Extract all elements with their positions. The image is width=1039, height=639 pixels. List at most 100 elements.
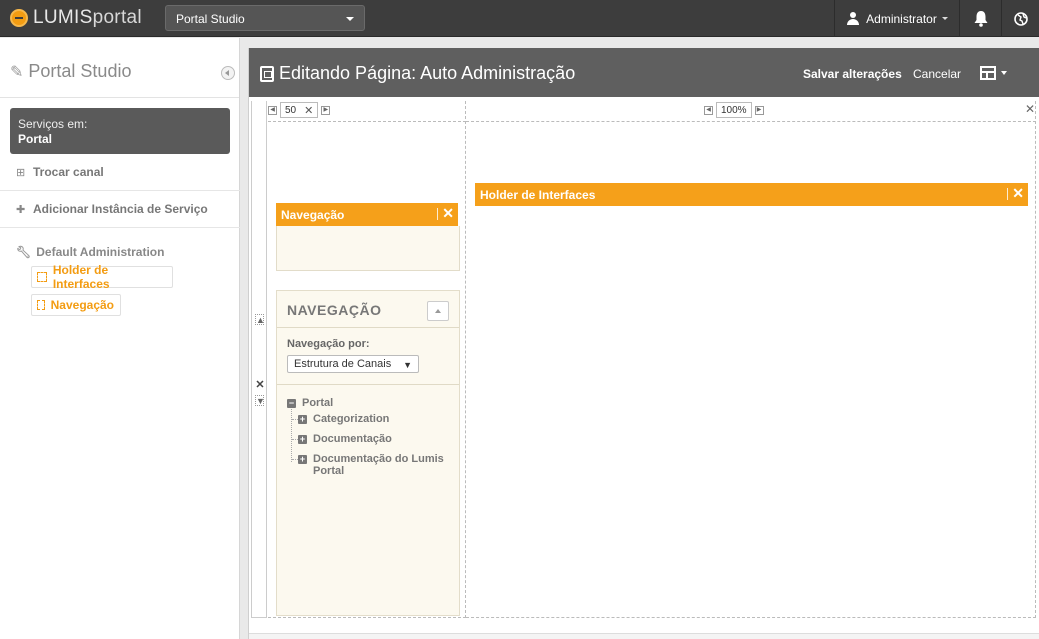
close-icon[interactable]: ✕ bbox=[1012, 185, 1024, 202]
column-1-size-value: 50 bbox=[285, 104, 297, 116]
sidebar-header: ✎ Portal Studio bbox=[0, 38, 239, 98]
notifications-button[interactable] bbox=[959, 0, 1001, 37]
chevron-down-icon bbox=[1001, 71, 1007, 75]
chevron-down-icon: ▼ bbox=[403, 360, 412, 370]
page-editor: Editando Página: Auto Administração Salv… bbox=[248, 48, 1039, 639]
tree-node-label: Documentação bbox=[313, 433, 392, 445]
close-icon[interactable]: ✕ bbox=[304, 104, 313, 117]
bar-separator bbox=[1007, 188, 1008, 200]
navegacao-panel-title: NAVEGAÇÃO bbox=[287, 302, 382, 318]
wrench-icon: 🔧︎ bbox=[16, 245, 32, 259]
trocar-canal-button[interactable]: ⊞ Trocar canal bbox=[0, 154, 240, 191]
adicionar-instancia-label: Adicionar Instância de Serviço bbox=[33, 202, 208, 216]
decrease-width-icon[interactable]: ◀ bbox=[268, 105, 277, 115]
sidebar-item-holder-de-interfaces[interactable]: Holder de Interfaces bbox=[31, 263, 173, 291]
column-2-size-control: ◀ 100% ▶ bbox=[704, 102, 764, 118]
navegacao-por-select[interactable]: Estrutura de Canais ▼ bbox=[287, 355, 419, 373]
top-bar: LUMISportal Portal Studio Administrator bbox=[0, 0, 1039, 37]
tree-node-portal[interactable]: − Portal bbox=[287, 397, 333, 409]
tree-node-label: Portal bbox=[302, 397, 334, 409]
language-button[interactable] bbox=[1001, 0, 1039, 37]
studio-select[interactable]: Portal Studio bbox=[165, 5, 365, 31]
top-right-menu: Administrator bbox=[834, 0, 1039, 37]
chevron-down-icon bbox=[346, 17, 354, 21]
tree-node-label: Categorization bbox=[313, 413, 390, 425]
sidebar-item-navegacao[interactable]: Navegação bbox=[31, 294, 121, 316]
chevron-down-icon bbox=[941, 17, 948, 20]
bar-separator bbox=[437, 208, 438, 220]
collapse-panel-button[interactable] bbox=[427, 301, 449, 321]
dashed-square-icon bbox=[37, 300, 45, 310]
holder-de-interfaces-bar[interactable]: Holder de Interfaces ✕ bbox=[475, 183, 1028, 206]
user-icon bbox=[846, 11, 860, 26]
tree-root-default-administration[interactable]: 🔧︎ Default Administration bbox=[16, 245, 164, 259]
save-button[interactable]: Salvar alterações bbox=[803, 67, 902, 81]
expand-icon[interactable]: + bbox=[298, 415, 307, 424]
bell-icon bbox=[974, 11, 987, 27]
close-icon[interactable]: ✕ bbox=[255, 380, 265, 391]
tree-node-categorization[interactable]: + Categorization bbox=[298, 413, 389, 425]
column-2-size-input[interactable]: 100% bbox=[716, 102, 752, 118]
services-value: Portal bbox=[18, 132, 53, 146]
trocar-canal-label: Trocar canal bbox=[33, 165, 104, 179]
sidebar: ✎ Portal Studio Serviços em: Portal ⊞ Tr… bbox=[0, 38, 240, 639]
navegacao-panel-header: NAVEGAÇÃO bbox=[277, 291, 459, 328]
column-2-size-value: 100% bbox=[721, 104, 747, 116]
lumis-logo[interactable]: LUMISportal bbox=[10, 7, 142, 29]
navegacao-interface-bar[interactable]: Navegação ✕ bbox=[276, 203, 458, 226]
move-down-icon[interactable]: ▼ bbox=[255, 395, 265, 406]
tree-node-label: Documentação do Lumis Portal bbox=[313, 453, 444, 477]
expand-icon[interactable]: + bbox=[298, 435, 307, 444]
navegacao-panel: NAVEGAÇÃO Navegação por: Estrutura de Ca… bbox=[276, 290, 460, 616]
studio-select-value: Portal Studio bbox=[176, 12, 245, 26]
add-service-icon: ✚ bbox=[16, 203, 26, 216]
sidebar-title-text: Portal Studio bbox=[28, 61, 132, 81]
tree-root-label: Default Administration bbox=[36, 245, 165, 259]
user-menu[interactable]: Administrator bbox=[834, 0, 959, 37]
cancel-button[interactable]: Cancelar bbox=[913, 67, 961, 81]
column-1-divider bbox=[268, 121, 466, 122]
column-1-size-input[interactable]: 50 ✕ bbox=[280, 102, 319, 118]
close-icon[interactable]: ✕ bbox=[1025, 102, 1035, 116]
increase-width-icon[interactable]: ▶ bbox=[754, 105, 764, 115]
collapse-sidebar-button[interactable] bbox=[221, 66, 235, 80]
layout-menu-button[interactable] bbox=[980, 66, 1007, 80]
navegacao-filter-label: Navegação por: bbox=[287, 338, 370, 350]
increase-width-icon[interactable]: ▶ bbox=[321, 105, 331, 115]
sidebar-item-label: Holder de Interfaces bbox=[52, 263, 110, 291]
dashed-square-icon bbox=[37, 272, 47, 282]
sidebar-item-label: Navegação bbox=[50, 298, 114, 312]
navegacao-bar-body bbox=[276, 226, 460, 271]
decrease-width-icon[interactable]: ◀ bbox=[704, 105, 713, 115]
editor-title-text: Editando Página: Auto Administração bbox=[279, 63, 576, 83]
editor-header: Editando Página: Auto Administração Salv… bbox=[249, 48, 1039, 97]
tree-line bbox=[291, 406, 292, 462]
pencil-icon: ✎ bbox=[10, 63, 24, 81]
tree-node-documentacao-do-lumis-portal[interactable]: + Documentação do Lumis Portal bbox=[298, 453, 453, 477]
navegacao-bar-label: Navegação bbox=[281, 207, 345, 222]
logo-text-lumis: LUMIS bbox=[33, 7, 93, 28]
move-up-icon[interactable]: ▲ bbox=[255, 314, 265, 325]
globe-icon bbox=[1013, 11, 1028, 26]
editor-title: Editando Página: Auto Administração bbox=[260, 63, 575, 84]
adicionar-instancia-button[interactable]: ✚ Adicionar Instância de Serviço bbox=[0, 191, 240, 228]
page-canvas: ▲ ✕ ▼ ◀ 50 ✕ ▶ ◀ 100% ▶ ✕ Navegação ✕ Ho… bbox=[251, 101, 1036, 619]
logo-text-portal: portal bbox=[92, 7, 142, 28]
column-2: ◀ 100% ▶ ✕ bbox=[466, 101, 1036, 618]
holder-bar-label: Holder de Interfaces bbox=[480, 187, 596, 202]
column-1-size-control: ◀ 50 ✕ ▶ bbox=[268, 102, 331, 118]
user-name: Administrator bbox=[866, 11, 937, 26]
editor-bottom-strip bbox=[249, 633, 1039, 639]
page-icon bbox=[260, 65, 274, 82]
navegacao-por-value: Estrutura de Canais bbox=[294, 358, 392, 370]
close-icon[interactable]: ✕ bbox=[442, 205, 454, 222]
row-handle[interactable]: ▲ ✕ ▼ bbox=[251, 101, 267, 618]
services-box: Serviços em: Portal bbox=[10, 108, 230, 154]
services-label: Serviços em: bbox=[18, 117, 88, 131]
expand-icon[interactable]: + bbox=[298, 455, 307, 464]
column-2-divider bbox=[466, 121, 1036, 122]
collapse-icon[interactable]: − bbox=[287, 399, 296, 408]
channel-tree-icon: ⊞ bbox=[16, 166, 26, 179]
logo-text: LUMISportal bbox=[33, 7, 142, 29]
tree-node-documentacao[interactable]: + Documentação bbox=[298, 433, 392, 445]
